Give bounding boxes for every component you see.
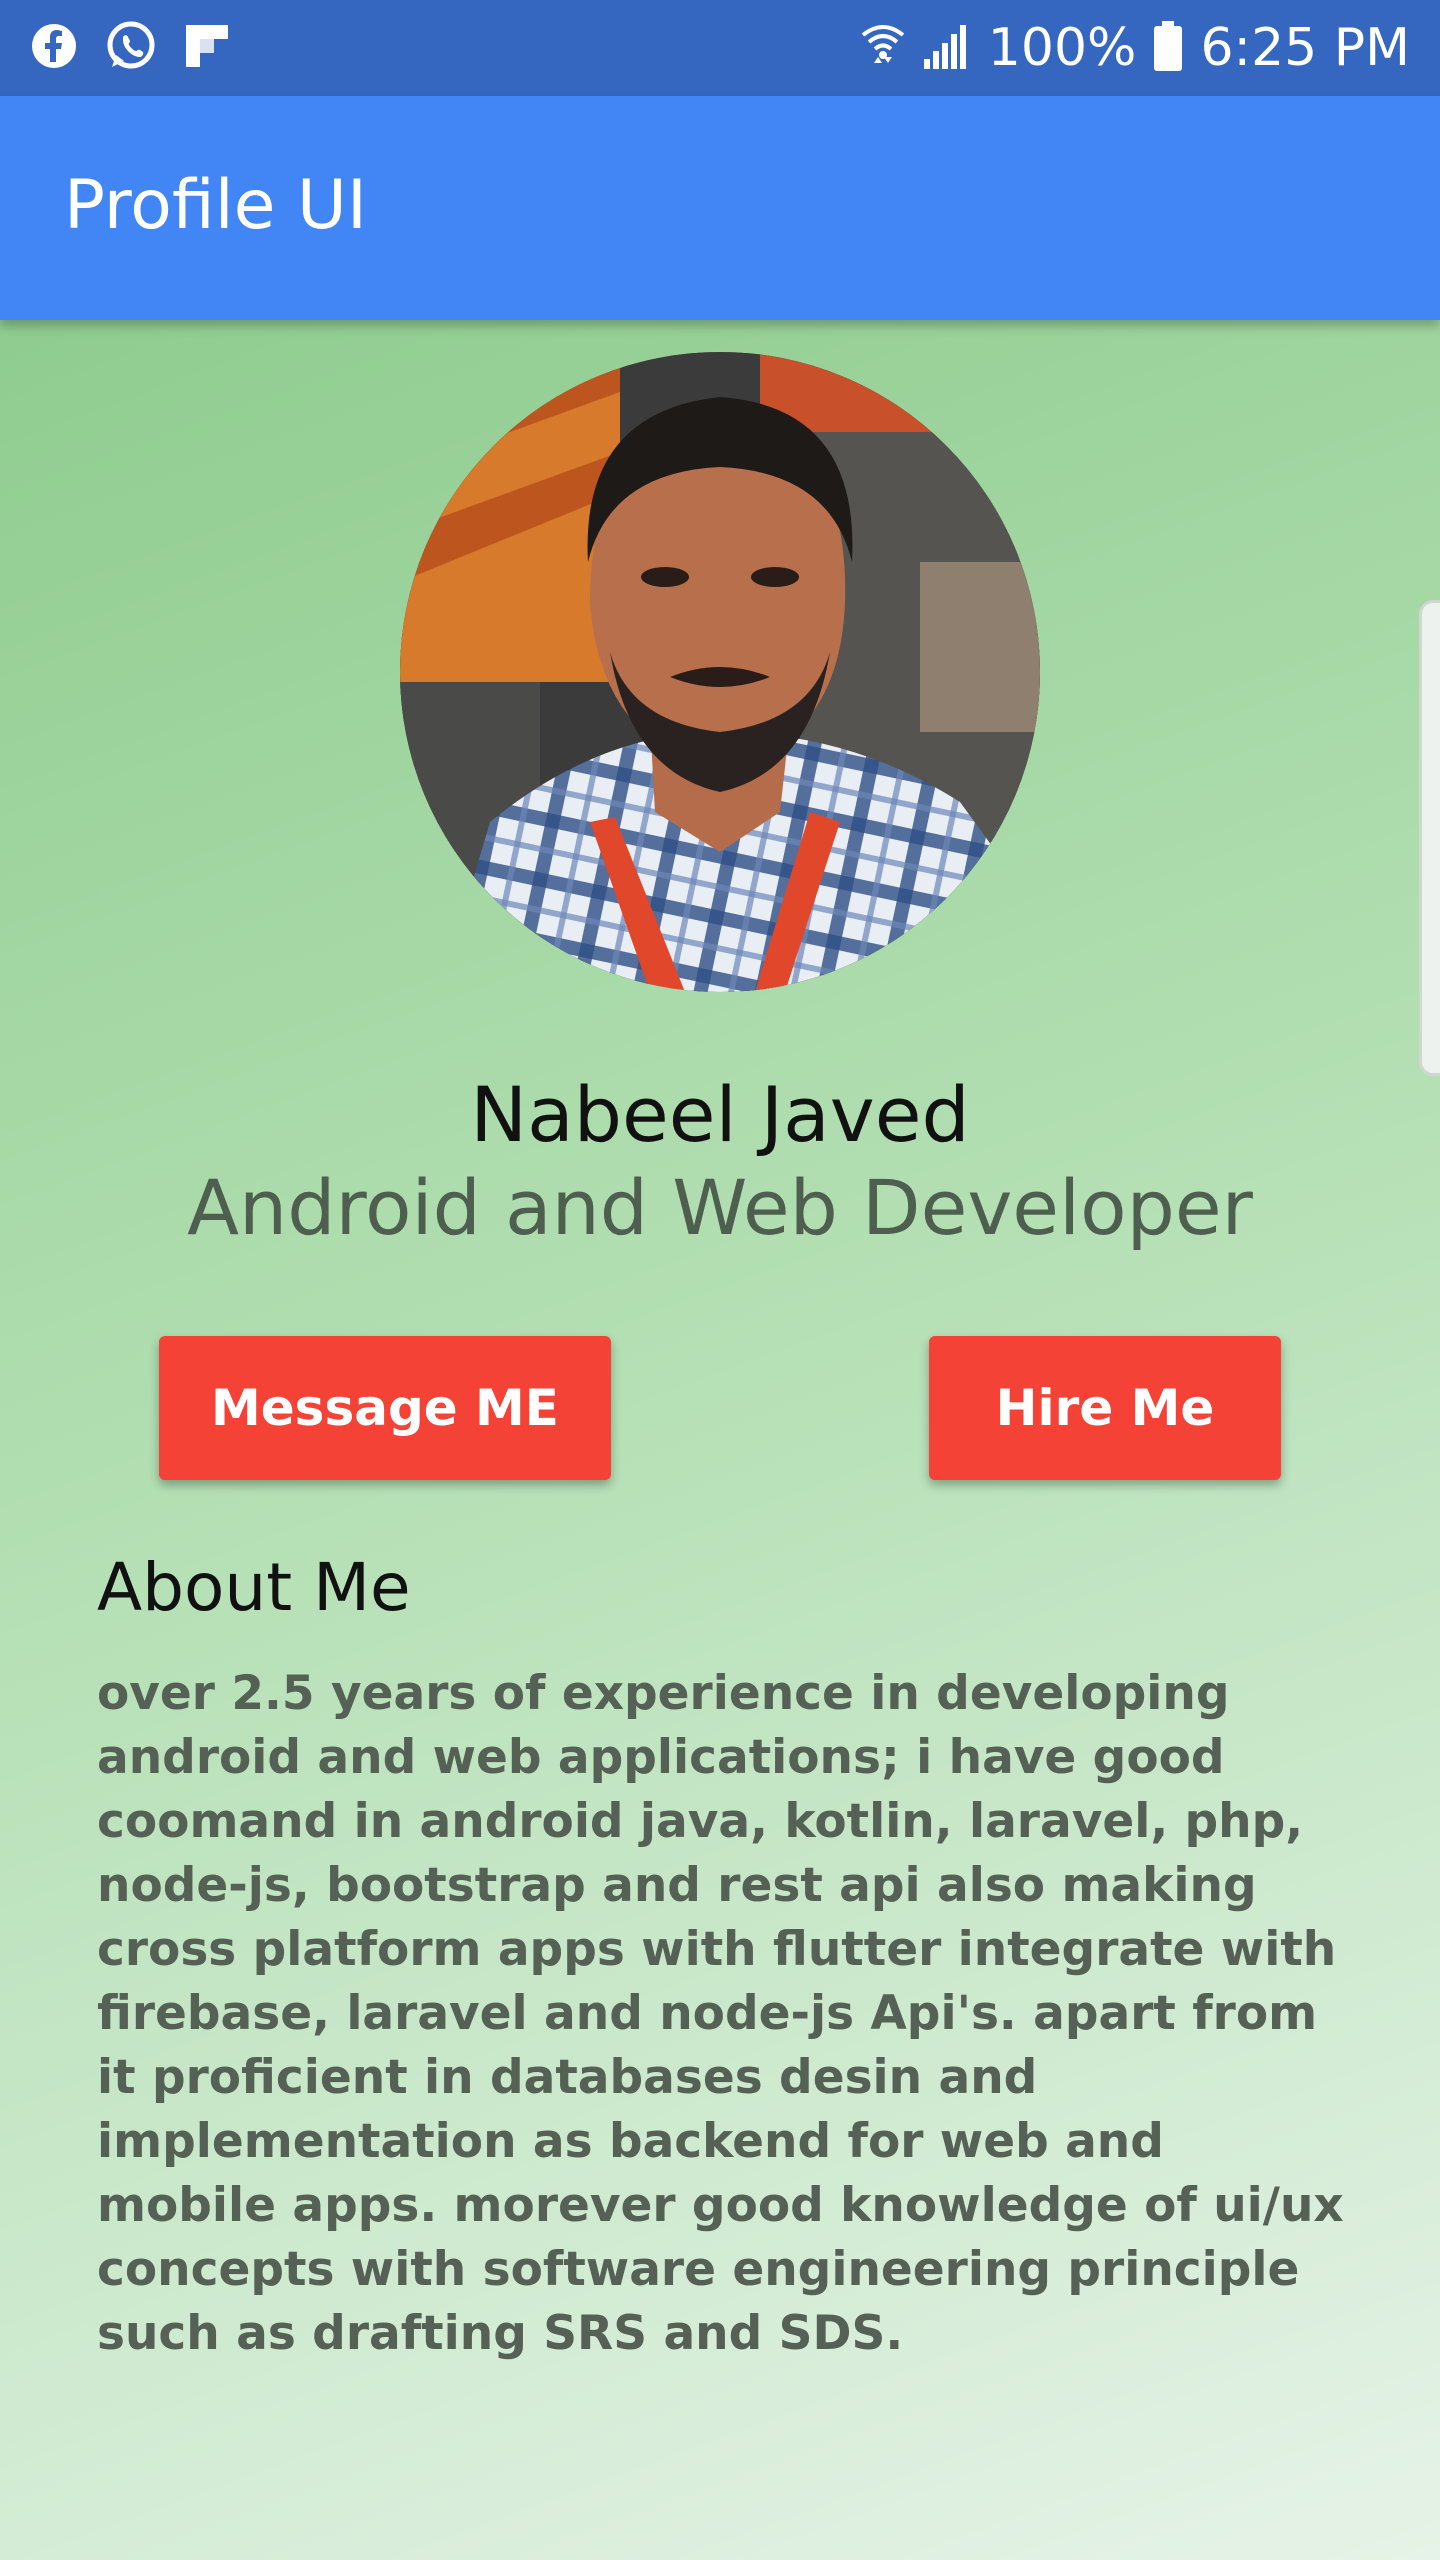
profile-name: Nabeel Javed <box>470 1070 970 1159</box>
edge-panel-handle[interactable] <box>1419 600 1440 1076</box>
whatsapp-icon <box>104 19 158 78</box>
battery-icon <box>1152 20 1184 77</box>
hire-me-button[interactable]: Hire Me <box>929 1336 1281 1480</box>
profile-role: Android and Web Developer <box>187 1163 1253 1252</box>
wifi-icon <box>860 21 906 76</box>
message-me-button[interactable]: Message ME <box>159 1336 611 1480</box>
battery-percentage: 100% <box>987 18 1137 78</box>
signal-icon <box>922 23 972 74</box>
avatar <box>400 352 1040 992</box>
app-title: Profile UI <box>64 166 367 245</box>
flipboard-icon <box>184 23 230 74</box>
about-me-heading: About Me <box>97 1549 411 1626</box>
facebook-icon <box>30 22 78 75</box>
clock: 6:25 PM <box>1200 18 1410 78</box>
profile-photo <box>400 352 1040 992</box>
profile-content[interactable]: Nabeel Javed Android and Web Developer M… <box>0 320 1440 2560</box>
about-me-text: over 2.5 years of experience in developi… <box>97 1666 1344 2361</box>
status-bar: 100% 6:25 PM <box>0 0 1440 96</box>
status-bar-system: 100% 6:25 PM <box>844 18 1410 78</box>
status-bar-notifications <box>30 19 256 78</box>
app-bar: Profile UI <box>0 96 1440 320</box>
